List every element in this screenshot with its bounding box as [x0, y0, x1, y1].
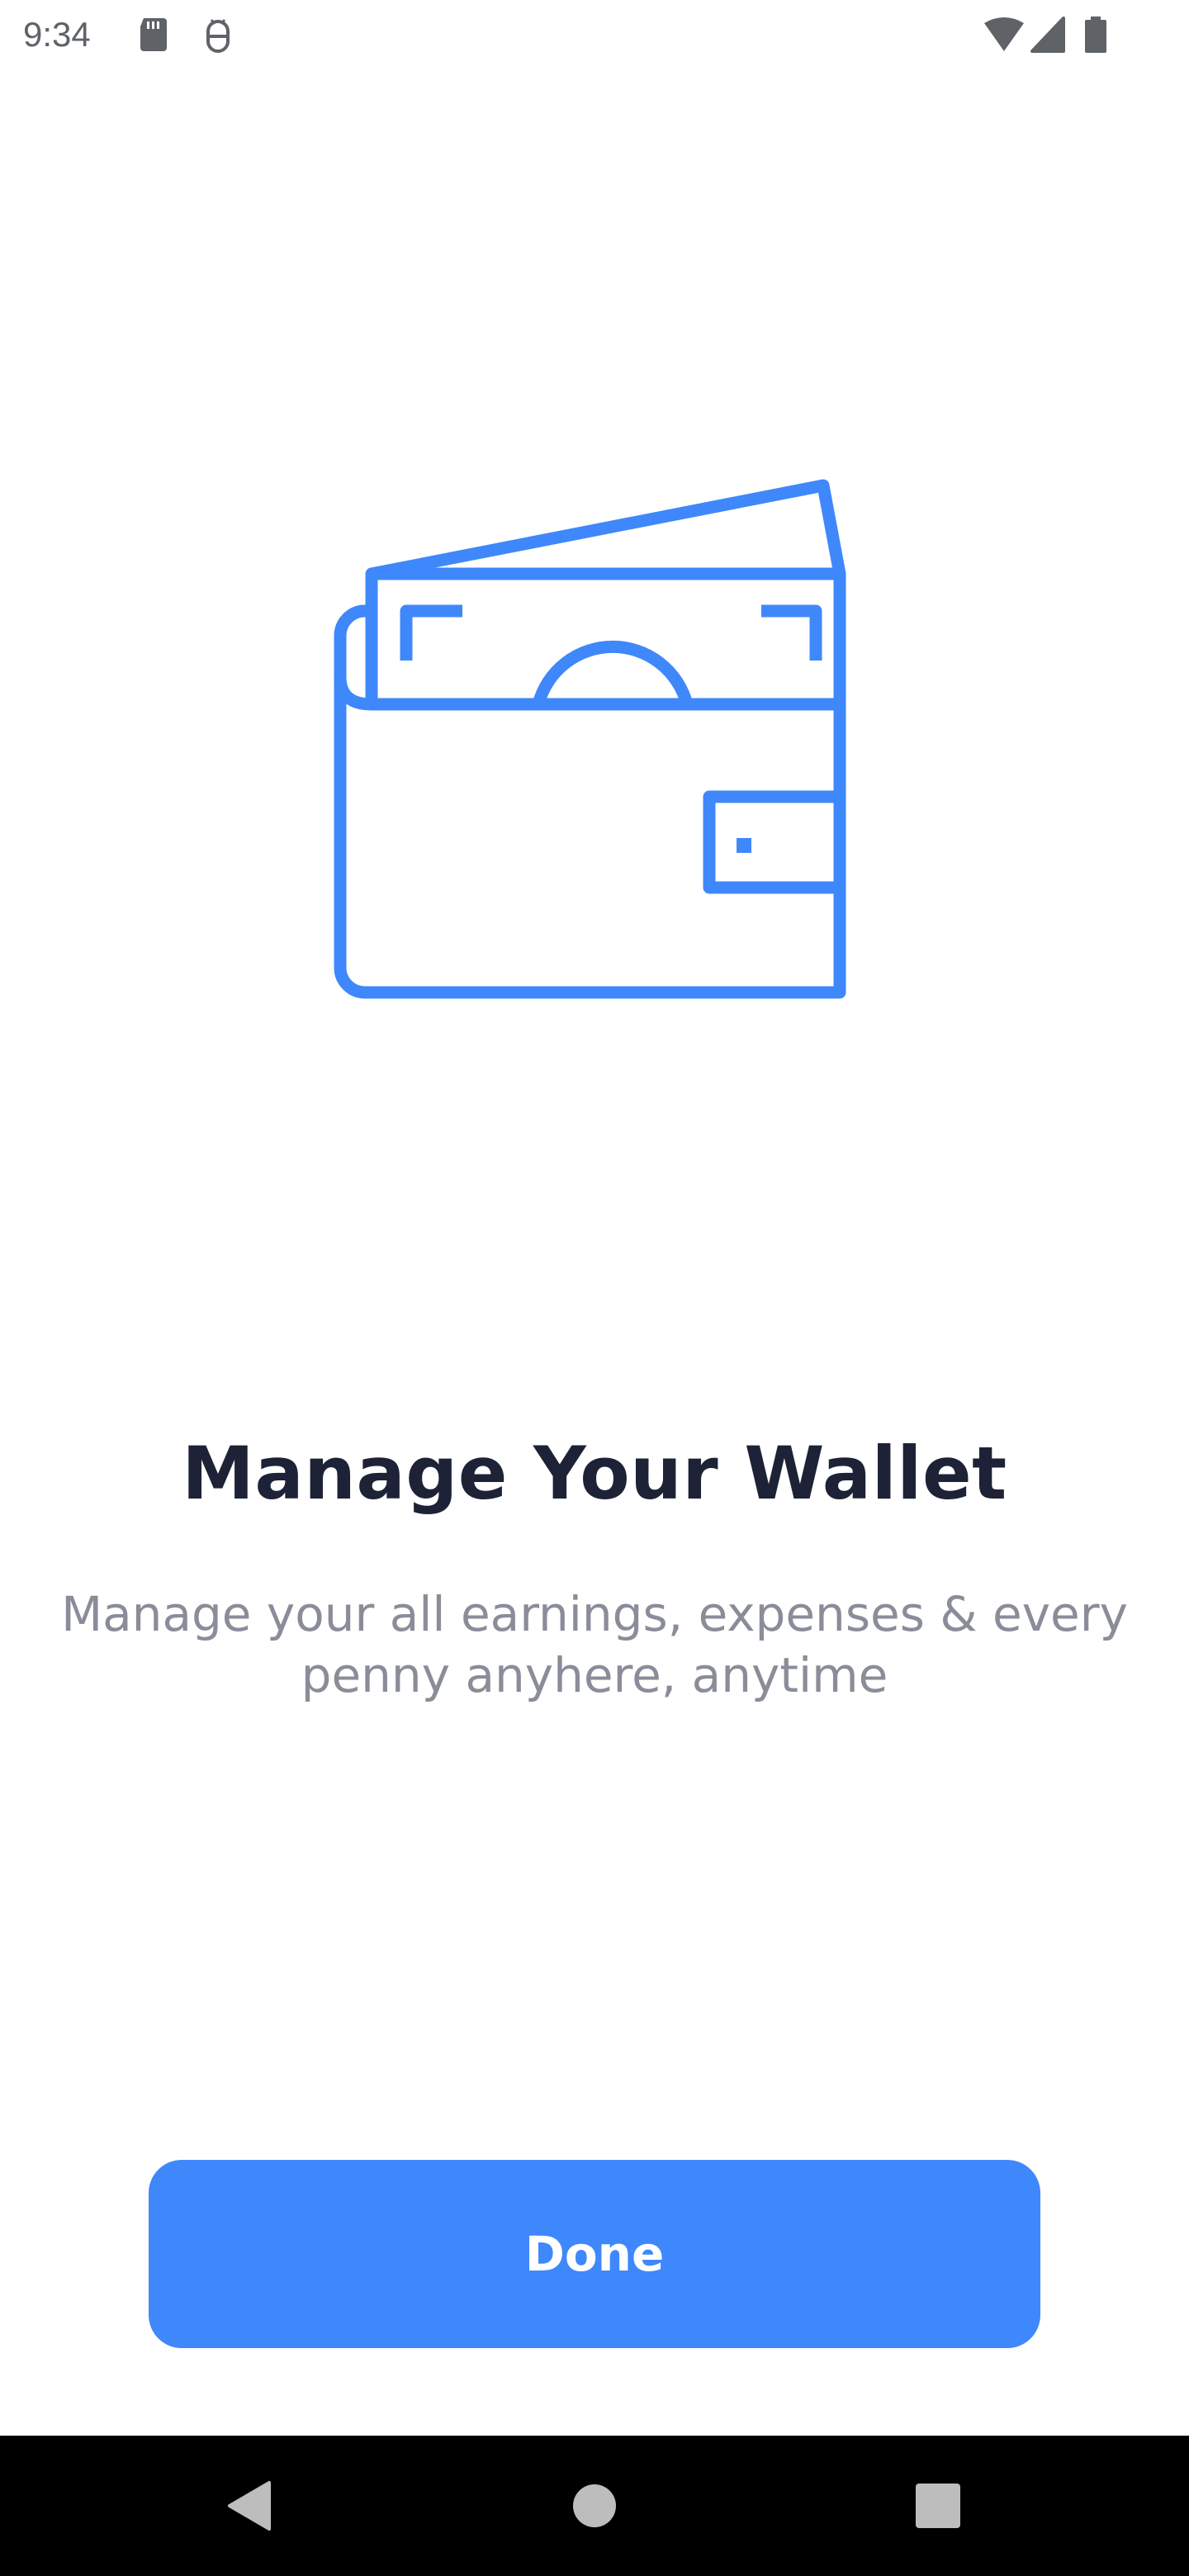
battery-icon	[1083, 17, 1108, 56]
done-button[interactable]: Done	[149, 2160, 1040, 2348]
status-time: 9:34	[23, 15, 91, 54]
wallet-icon	[334, 479, 846, 999]
navigation-bar	[0, 2436, 1189, 2576]
recents-button[interactable]	[872, 2436, 1004, 2576]
page-title: Manage Your Wallet	[182, 1431, 1007, 1516]
back-button[interactable]	[183, 2436, 315, 2576]
home-button[interactable]	[528, 2436, 661, 2576]
android-debug-icon	[200, 17, 236, 56]
sd-card-icon	[135, 17, 172, 56]
back-icon	[228, 2481, 271, 2531]
wifi-icon	[983, 17, 1026, 56]
home-icon	[573, 2484, 616, 2527]
signal-icon	[1030, 17, 1065, 56]
status-bar: 9:34	[0, 0, 1189, 69]
page-subtitle: Manage your all earnings, expenses & eve…	[61, 1586, 1128, 1703]
recents-icon	[916, 2484, 960, 2528]
wallet-illustration	[330, 471, 867, 1007]
